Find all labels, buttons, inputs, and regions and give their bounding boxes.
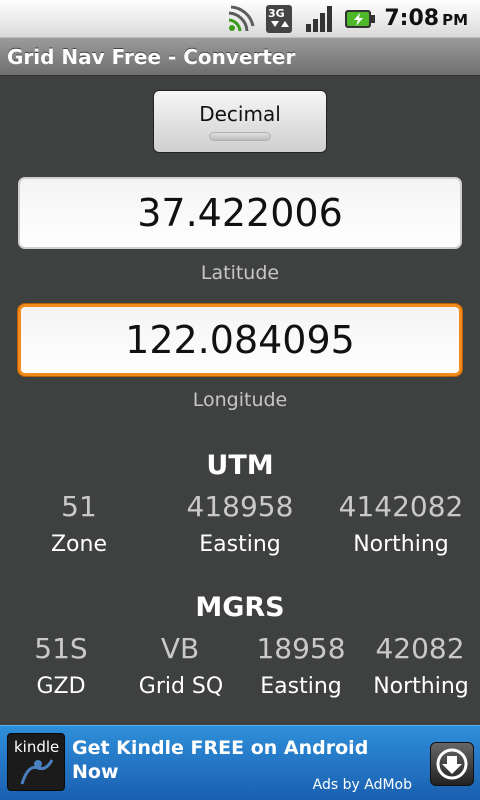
coordinate-format-toggle-button[interactable]: Decimal [153, 90, 327, 153]
utm-zone-label: Zone [50, 532, 107, 557]
app-title: Grid Nav Free - Converter [7, 44, 296, 69]
mgrs-gzd-value: 51S [34, 632, 88, 665]
latitude-label: Latitude [200, 262, 280, 284]
status-clock: 7:08 PM [384, 6, 468, 31]
download-icon[interactable] [430, 742, 474, 786]
toggle-button-label: Decimal [199, 102, 281, 126]
mgrs-grid-sq-label: Grid SQ [138, 674, 224, 699]
clock-time: 7:08 [384, 6, 440, 31]
longitude-input[interactable] [18, 304, 462, 376]
utm-northing-value: 4142082 [338, 490, 464, 523]
ad-banner[interactable]: kindle Get Kindle FREE on Android Now Ad… [0, 725, 480, 800]
kindle-logo: kindle [7, 733, 65, 791]
toggle-indicator [209, 132, 271, 141]
3g-data-icon: 3G [264, 4, 296, 34]
ad-attribution: Ads by AdMob [312, 777, 412, 793]
longitude-label: Longitude [192, 389, 288, 411]
utm-easting-value: 418958 [186, 490, 294, 523]
mgrs-grid-sq-value: VB [160, 632, 200, 665]
svg-text:3G: 3G [268, 7, 285, 20]
status-bar: 3G 7:08 PM [0, 0, 480, 38]
mgrs-easting-value: 18958 [256, 632, 346, 665]
mgrs-northing-label: Northing [373, 674, 469, 699]
mgrs-northing-value: 42082 [375, 632, 465, 665]
utm-section-title: UTM [206, 450, 274, 481]
latitude-input[interactable] [18, 177, 462, 249]
mgrs-gzd-label: GZD [36, 674, 86, 699]
title-bar: Grid Nav Free - Converter [0, 38, 480, 76]
clock-ampm: PM [442, 11, 468, 29]
signal-strength-icon [304, 4, 336, 34]
sync-icon [224, 4, 256, 34]
mgrs-easting-label: Easting [260, 674, 342, 699]
battery-charging-icon [344, 4, 376, 34]
utm-zone-value: 51 [61, 490, 97, 523]
utm-easting-label: Easting [199, 532, 281, 557]
mgrs-section-title: MGRS [195, 592, 285, 623]
utm-northing-label: Northing [353, 532, 449, 557]
